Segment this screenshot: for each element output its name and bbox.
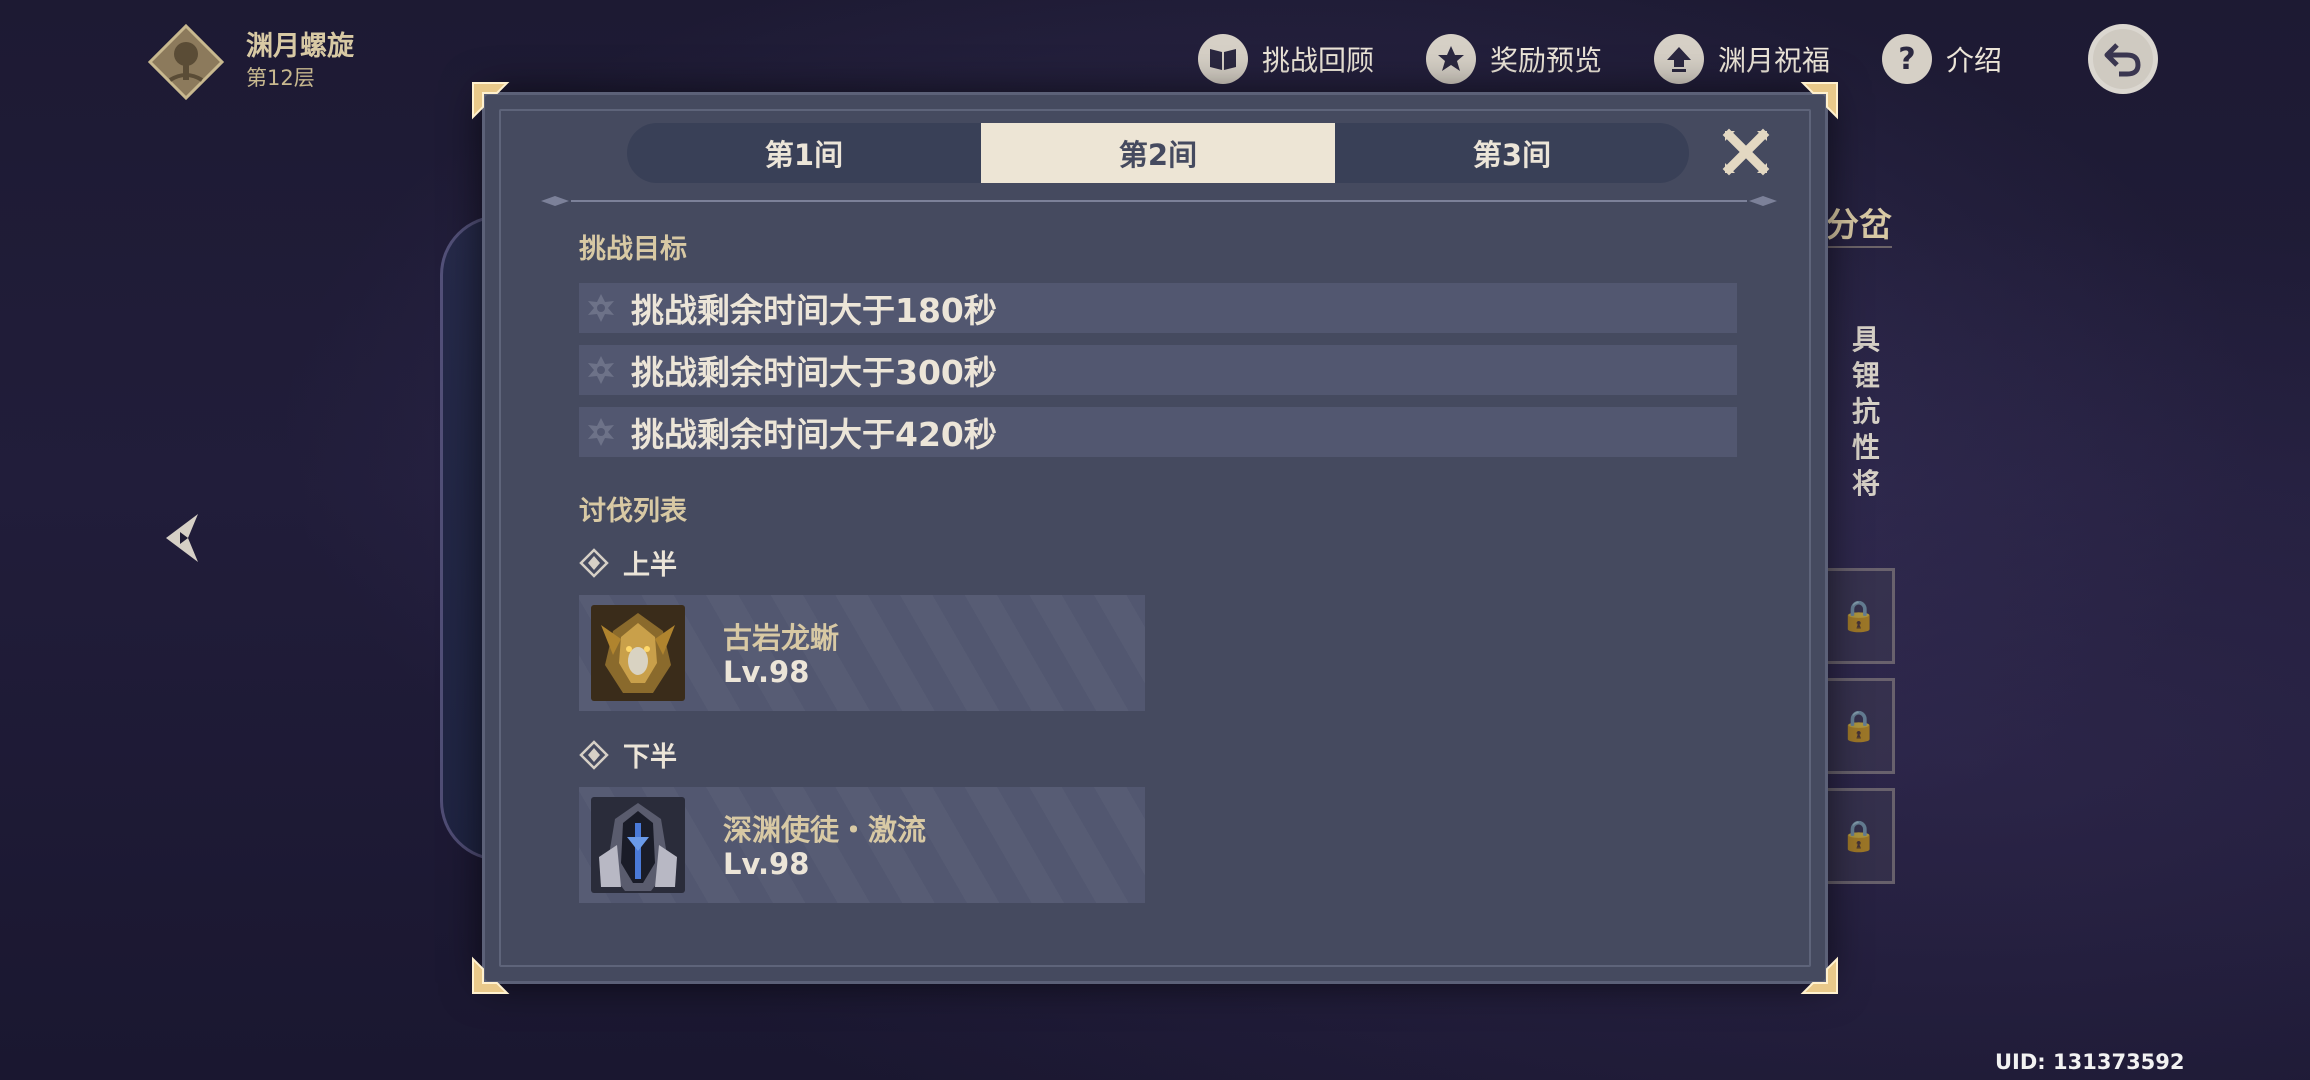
- locked-slot: 🔒: [1826, 568, 1895, 664]
- diamond-marker-icon: [579, 547, 609, 578]
- reward-preview-button[interactable]: 奖励预览: [1426, 34, 1602, 84]
- enemy-list-heading: 讨伐列表: [579, 496, 687, 527]
- enemy-level: Lv.98: [723, 847, 810, 881]
- upload-arrow-icon: [1654, 34, 1704, 84]
- abyss-floor-emblem-icon: [148, 24, 224, 100]
- corner-ornament-icon: [1799, 81, 1839, 121]
- star-badge-icon: [1426, 34, 1476, 84]
- corner-ornament-icon: [471, 81, 511, 121]
- star-outline-icon: [588, 294, 614, 322]
- locked-slot: 🔒: [1826, 678, 1895, 774]
- corner-ornament-icon: [471, 955, 511, 995]
- challenge-goal-item: 挑战剩余时间大于180秒: [579, 283, 1737, 333]
- back-button[interactable]: [2088, 24, 2158, 94]
- second-half-label: 下半: [579, 735, 677, 774]
- player-uid: UID: 131373592: [1995, 1050, 2185, 1074]
- enemy-portrait-abyss-herald: [591, 797, 685, 893]
- tab-chamber-1[interactable]: 第1间: [627, 123, 981, 183]
- question-icon: ?: [1882, 34, 1932, 84]
- enemy-card[interactable]: 深渊使徒・激流 Lv.98: [579, 787, 1145, 903]
- floor-subtitle: 第12层: [246, 66, 315, 90]
- tab-chamber-2[interactable]: 第2间: [981, 123, 1335, 183]
- star-outline-icon: [588, 418, 614, 446]
- enemy-level: Lv.98: [723, 655, 810, 689]
- diamond-marker-icon: [579, 739, 609, 770]
- book-icon: [1198, 34, 1248, 84]
- abyss-blessing-button[interactable]: 渊月祝福: [1654, 34, 1830, 84]
- enemy-card[interactable]: 古岩龙蜥 Lv.98: [579, 595, 1145, 711]
- introduction-button[interactable]: ? 介绍: [1882, 34, 2002, 84]
- locked-slot: 🔒: [1826, 788, 1895, 884]
- first-half-label: 上半: [579, 543, 677, 582]
- challenge-goal-item: 挑战剩余时间大于420秒: [579, 407, 1737, 457]
- background-divider: [1826, 246, 1892, 248]
- floor-title: 渊月螺旋: [246, 31, 354, 62]
- challenge-goals-heading: 挑战目标: [579, 234, 687, 265]
- corner-ornament-icon: [1799, 955, 1839, 995]
- ornamental-divider: [541, 196, 1777, 206]
- background-description: 具 锂抗 性将: [1851, 323, 1880, 500]
- return-arrow-icon: [2104, 43, 2141, 77]
- enemy-name: 古岩龙蜥: [723, 621, 840, 655]
- previous-chamber-arrow-icon[interactable]: [158, 510, 208, 566]
- enemy-portrait-primo-geovishap: [591, 605, 685, 701]
- challenge-review-button[interactable]: 挑战回顾: [1198, 34, 1374, 84]
- tab-chamber-3[interactable]: 第3间: [1335, 123, 1689, 183]
- chamber-detail-dialog: 第1间 第2间 第3间 挑战目标 挑战剩余时间大于180秒 挑战剩余时间大于30…: [472, 82, 1838, 994]
- enemy-name: 深渊使徒・激流: [723, 813, 927, 847]
- star-outline-icon: [588, 356, 614, 384]
- close-icon[interactable]: [1721, 127, 1771, 177]
- challenge-goal-item: 挑战剩余时间大于300秒: [579, 345, 1737, 395]
- chamber-tabs: 第1间 第2间 第3间: [627, 123, 1689, 183]
- background-branch-title: 分岔: [1826, 205, 1892, 244]
